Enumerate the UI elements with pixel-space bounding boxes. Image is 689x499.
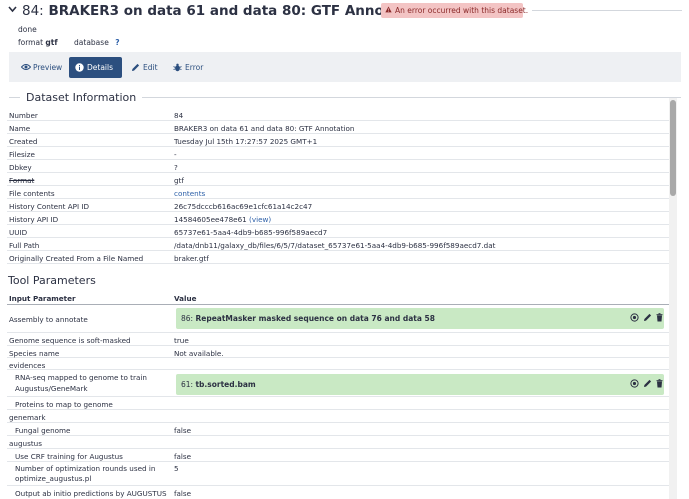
- table-row: Dbkey?: [7, 160, 669, 173]
- scrollbar-thumb[interactable]: [670, 100, 676, 196]
- tab-edit[interactable]: Edit: [131, 57, 171, 78]
- info-icon: [75, 63, 84, 72]
- eye-icon[interactable]: [630, 313, 639, 322]
- table-row: Species name Not available.: [7, 346, 669, 358]
- table-row: UUID 65737e61-5aa4-4db9-b685-996f589aecd7: [7, 225, 669, 238]
- dataset-tabs: Preview Details Edit Error: [9, 52, 681, 82]
- view-history-link[interactable]: (view): [249, 215, 271, 224]
- dataset-meta: format gtf database ?: [18, 38, 120, 47]
- format-label: format: [18, 38, 44, 47]
- pencil-icon: [132, 63, 140, 71]
- contents-link[interactable]: contents: [174, 189, 205, 198]
- section-row: augustus: [7, 436, 669, 449]
- error-badge: An error occurred with this dataset.: [381, 3, 528, 18]
- dataset-item[interactable]: 61: tb.sorted.bam: [176, 374, 664, 395]
- warning-icon: [385, 6, 392, 13]
- trash-icon[interactable]: [655, 313, 664, 322]
- tab-edit-label: Edit: [143, 63, 158, 72]
- chevron-down-icon[interactable]: [8, 6, 17, 16]
- database-value[interactable]: ?: [115, 38, 119, 47]
- tool-params-title: Tool Parameters: [8, 274, 96, 287]
- eye-icon: [21, 64, 31, 70]
- table-row: Fungal genome false: [7, 423, 669, 436]
- tab-preview[interactable]: Preview: [21, 57, 71, 78]
- pencil-icon[interactable]: [643, 379, 652, 388]
- tool-params-header: Input Parameter Value: [7, 291, 669, 305]
- dataset-state: done: [18, 25, 37, 34]
- table-row: Genome sequence is soft-masked true: [7, 333, 669, 346]
- format-value: gtf: [45, 38, 58, 47]
- table-row: Number of optimization rounds used in op…: [7, 462, 669, 486]
- table-row: Filesize -: [7, 147, 669, 160]
- tab-details[interactable]: Details: [69, 57, 122, 78]
- tab-preview-label: Preview: [33, 63, 63, 72]
- dataset-info-title: Dataset Information: [20, 91, 143, 104]
- dataset-name: BRAKER3 on data 61 and data 80: GTF Anno…: [48, 3, 430, 19]
- dataset-title: 84: BRAKER3 on data 61 and data 80: GTF …: [22, 3, 429, 19]
- table-row: History API ID 14584605ee478e61 (view): [7, 212, 669, 225]
- table-row: File contents contents: [7, 186, 669, 199]
- table-row: Proteins to map to genome: [7, 397, 669, 410]
- tab-error-label: Error: [185, 63, 204, 72]
- dataset-header: 84: BRAKER3 on data 61 and data 80: GTF …: [0, 0, 689, 23]
- eye-icon[interactable]: [630, 379, 639, 388]
- error-badge-text: An error occurred with this dataset.: [395, 6, 529, 15]
- table-row: Originally Created From a File Named brak…: [7, 251, 669, 264]
- table-row: Format gtf: [7, 173, 669, 186]
- table-row: Number 84: [7, 108, 669, 121]
- tab-error[interactable]: Error: [173, 57, 213, 78]
- table-row: History Content API ID 26c75dcccb616ac69e…: [7, 199, 669, 212]
- table-row: Name BRAKER3 on data 61 and data 80: GTF …: [7, 121, 669, 134]
- bug-icon: [173, 63, 182, 72]
- section-row: evidences: [7, 358, 669, 370]
- trash-icon[interactable]: [655, 379, 664, 388]
- dataset-hid: 84:: [22, 3, 44, 19]
- pencil-icon[interactable]: [643, 313, 652, 322]
- tab-details-label: Details: [87, 63, 114, 72]
- table-row: Output ab initio predictions by AUGUSTUS…: [15, 489, 192, 498]
- database-label: database: [74, 38, 109, 47]
- section-row: genemark: [7, 410, 669, 423]
- table-row: Use CRF training for Augustus false: [7, 449, 669, 462]
- table-row: Full Path/data/dnb11/galaxy_db/files/6/5…: [7, 238, 669, 251]
- table-row: Created Tuesday Jul 15th 17:27:57 2025 GM…: [7, 134, 669, 147]
- dataset-item[interactable]: 86: RepeatMasker masked sequence on data…: [176, 308, 664, 329]
- header-divider: [532, 10, 682, 11]
